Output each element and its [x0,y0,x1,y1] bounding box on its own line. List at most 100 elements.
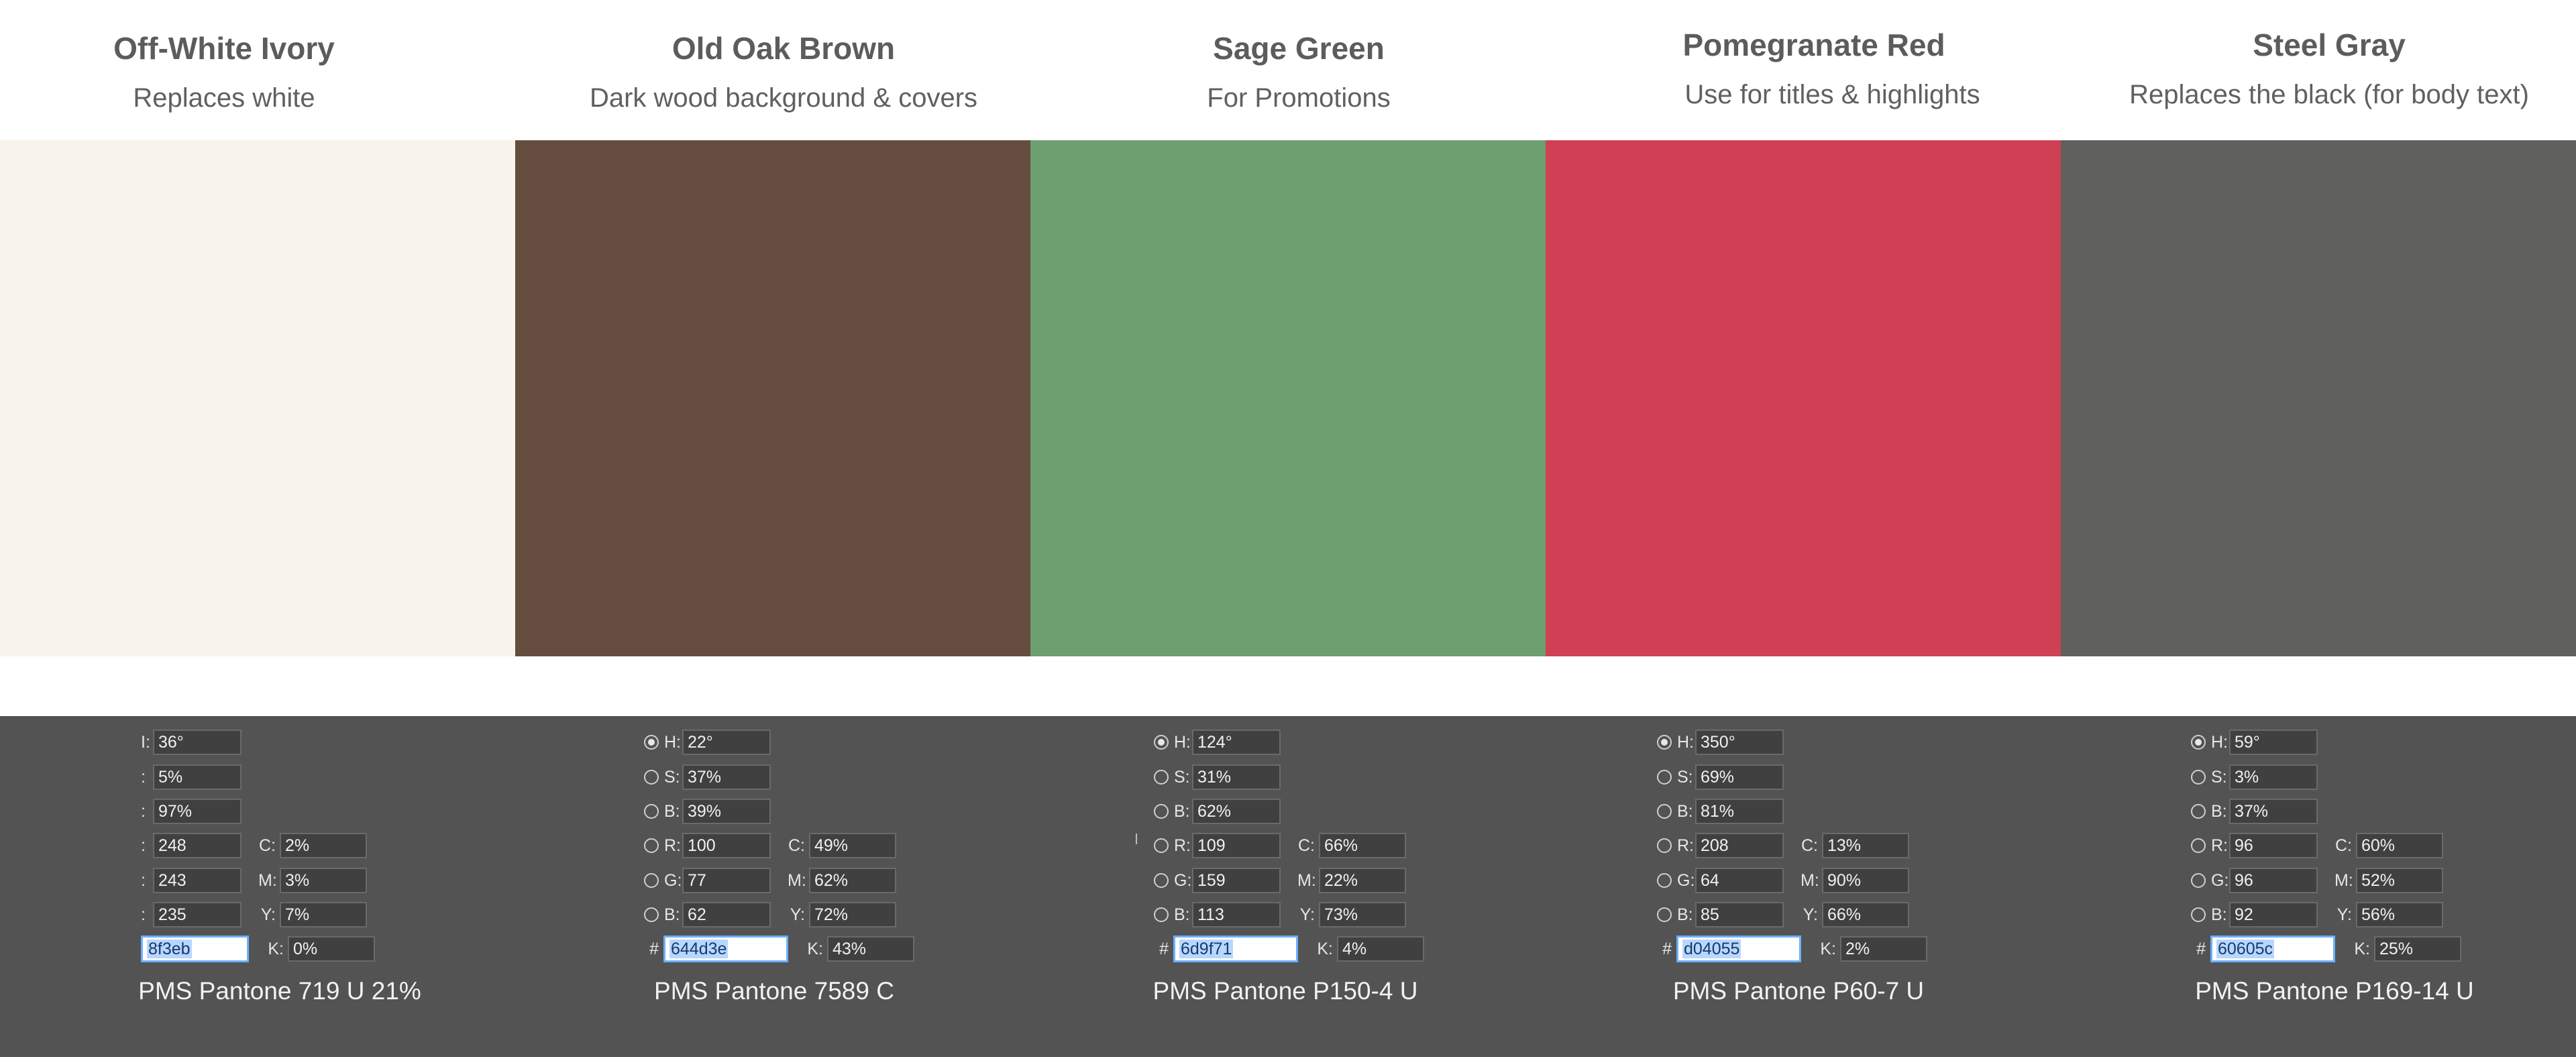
cyan-field[interactable]: 66% [1319,833,1406,858]
hue-field[interactable]: 36° [153,729,241,755]
green-radio[interactable] [2191,873,2206,888]
red-radio[interactable] [1657,838,1672,853]
hue-field[interactable]: 124° [1192,729,1281,755]
cyan-field[interactable]: 2% [280,833,367,858]
saturation-radio[interactable] [1154,770,1169,785]
red-radio[interactable] [644,838,659,853]
yellow-field[interactable]: 72% [809,902,896,927]
brightness-radio[interactable] [644,804,659,819]
saturation-field[interactable]: 69% [1695,764,1784,790]
blue-radio[interactable] [1154,907,1169,922]
hue-radio[interactable] [2191,735,2206,750]
magenta-field[interactable]: 3% [280,868,367,893]
brightness-label: B: [1174,801,1190,821]
hex-field[interactable]: 8f3eb [141,936,249,962]
black-field[interactable]: 0% [288,936,375,962]
hue-label: H: [1174,732,1191,752]
hue-radio[interactable] [1154,735,1169,750]
hue-field[interactable]: 59° [2229,729,2318,755]
green-label: G: [1677,870,1695,890]
saturation-field[interactable]: 5% [153,764,241,790]
brightness-field[interactable]: 62% [1192,799,1281,824]
saturation-field[interactable]: 3% [2229,764,2318,790]
cyan-field[interactable]: 60% [2356,833,2443,858]
red-field[interactable]: 96 [2229,833,2318,858]
brightness-radio[interactable] [2191,804,2206,819]
blue-label-crop: : [141,905,146,924]
black-field[interactable]: 43% [827,936,914,962]
saturation-field[interactable]: 37% [682,764,771,790]
hue-radio[interactable] [1657,735,1672,750]
blue-field[interactable]: 92 [2229,902,2318,927]
red-field[interactable]: 248 [153,833,241,858]
hue-radio[interactable] [644,735,659,750]
green-radio[interactable] [644,873,659,888]
magenta-field[interactable]: 52% [2356,868,2443,893]
blue-field[interactable]: 235 [153,902,241,927]
red-radio[interactable] [2191,838,2206,853]
yellow-field[interactable]: 73% [1319,902,1406,927]
brightness-field[interactable]: 39% [682,799,771,824]
saturation-radio[interactable] [2191,770,2206,785]
hex-field[interactable]: 60605c [2210,936,2335,962]
red-field[interactable]: 208 [1695,833,1784,858]
pantone-label-green: PMS Pantone P150-4 U [1152,977,1418,1005]
magenta-field[interactable]: 22% [1319,868,1406,893]
green-field[interactable]: 159 [1192,868,1281,893]
red-field[interactable]: 100 [682,833,771,858]
color-title: Sage Green [1213,31,1385,66]
hue-field[interactable]: 350° [1695,729,1784,755]
black-label: K: [2354,939,2370,958]
hex-field[interactable]: d04055 [1676,936,1801,962]
black-field[interactable]: 2% [1840,936,1927,962]
saturation-radio[interactable] [644,770,659,785]
saturation-radio[interactable] [1657,770,1672,785]
green-radio[interactable] [1154,873,1169,888]
blue-radio[interactable] [1657,907,1672,922]
magenta-field[interactable]: 62% [809,868,896,893]
red-radio[interactable] [1154,838,1169,853]
color-title: Old Oak Brown [672,31,896,66]
brightness-label: B: [664,801,680,821]
magenta-field[interactable]: 90% [1822,868,1909,893]
blue-field[interactable]: 85 [1695,902,1784,927]
black-field[interactable]: 4% [1337,936,1424,962]
hue-field[interactable]: 22° [682,729,771,755]
green-radio[interactable] [1657,873,1672,888]
brightness-field[interactable]: 97% [153,799,241,824]
brightness-field[interactable]: 37% [2229,799,2318,824]
brightness-field[interactable]: 81% [1695,799,1784,824]
color-title: Steel Gray [2253,28,2406,62]
blue-radio[interactable] [644,907,659,922]
hex-field[interactable]: 6d9f71 [1173,936,1298,962]
color-picker-green: H: 124° S: 31% B: 62% R: 109 C: 66% G: 1… [1154,728,1456,970]
green-field[interactable]: 243 [153,868,241,893]
yellow-field[interactable]: 56% [2356,902,2443,927]
brightness-radio[interactable] [1154,804,1169,819]
pantone-label-brown: PMS Pantone 7589 C [654,977,894,1005]
cyan-field[interactable]: 49% [809,833,896,858]
black-field[interactable]: 25% [2374,936,2461,962]
green-field[interactable]: 77 [682,868,771,893]
saturation-field[interactable]: 31% [1192,764,1281,790]
hex-hash-label: # [1662,939,1672,958]
yellow-label: Y: [2337,905,2352,924]
blue-field[interactable]: 62 [682,902,771,927]
blue-field[interactable]: 113 [1192,902,1281,927]
brightness-label: B: [1677,801,1693,821]
yellow-field[interactable]: 66% [1822,902,1909,927]
green-field[interactable]: 64 [1695,868,1784,893]
green-label: G: [2211,870,2229,890]
brightness-radio[interactable] [1657,804,1672,819]
yellow-field[interactable]: 7% [280,902,367,927]
red-field[interactable]: 109 [1192,833,1281,858]
blue-radio[interactable] [2191,907,2206,922]
yellow-label: Y: [1299,905,1315,924]
green-field[interactable]: 96 [2229,868,2318,893]
yellow-label: Y: [260,905,276,924]
red-label: R: [2211,836,2228,855]
pantone-label-red: PMS Pantone P60-7 U [1672,977,1925,1005]
hex-field[interactable]: 644d3e [663,936,788,962]
cyan-field[interactable]: 13% [1822,833,1909,858]
blue-label: B: [1677,905,1693,924]
